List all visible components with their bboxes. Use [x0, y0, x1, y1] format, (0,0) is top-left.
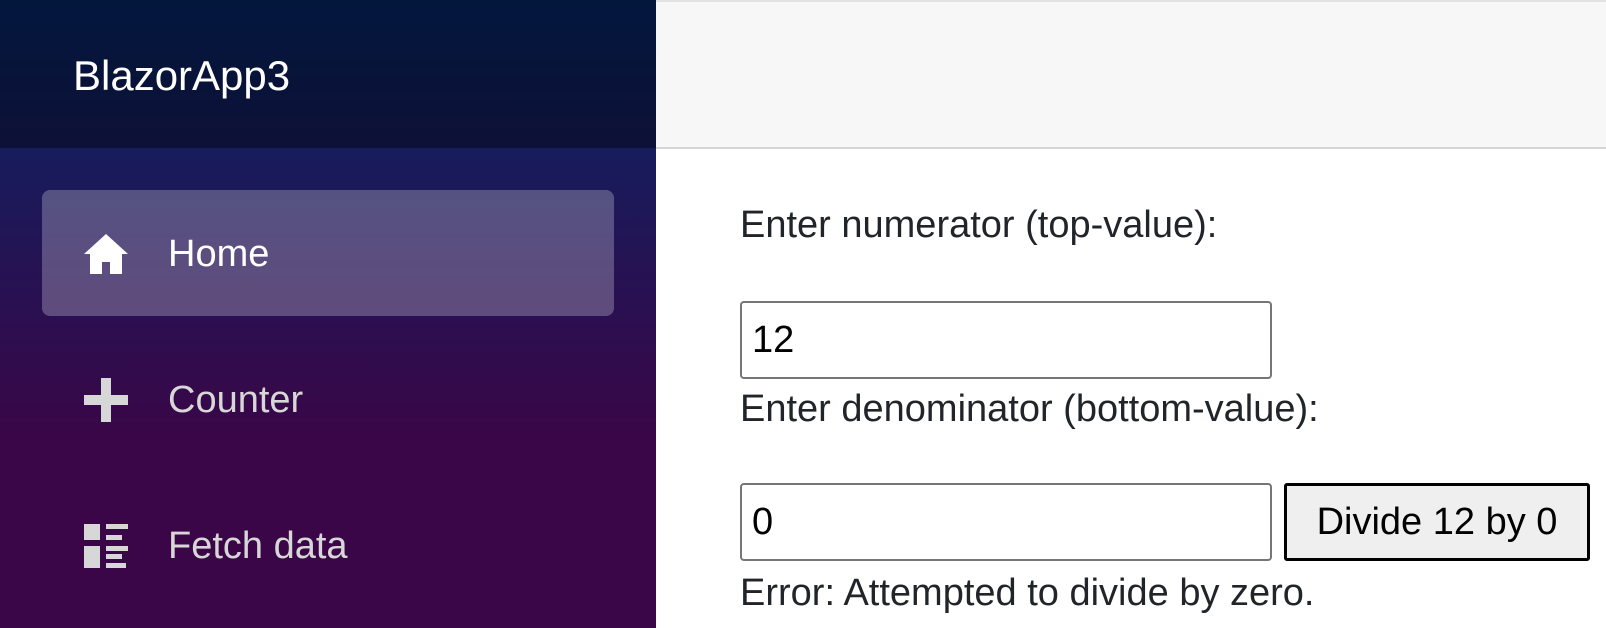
nav-item-fetch-data[interactable]: Fetch data: [42, 482, 614, 608]
numerator-label: Enter numerator (top-value):: [740, 204, 1218, 246]
nav-item-counter[interactable]: Counter: [42, 336, 614, 462]
denominator-label: Enter denominator (bottom-value):: [740, 388, 1319, 430]
brand-bar: BlazorApp3: [0, 0, 656, 148]
plus-icon: [84, 378, 128, 422]
nav-item-label: Fetch data: [168, 525, 348, 567]
app-root: BlazorApp3 Home Counter Fetch data Enter…: [0, 0, 1606, 628]
numerator-input[interactable]: [740, 301, 1272, 379]
nav-item-label: Home: [168, 233, 270, 275]
divide-button[interactable]: Divide 12 by 0: [1284, 483, 1590, 561]
top-row: [656, 0, 1606, 149]
nav-item-label: Counter: [168, 379, 304, 421]
list-rich-icon: [84, 524, 128, 568]
nav-item-home[interactable]: Home: [42, 190, 614, 316]
sidebar: BlazorApp3 Home Counter Fetch data: [0, 0, 656, 628]
error-message: Error: Attempted to divide by zero.: [740, 572, 1315, 614]
denominator-input[interactable]: [740, 483, 1272, 561]
home-icon: [84, 234, 128, 274]
main-content: Enter numerator (top-value): Enter denom…: [656, 149, 1606, 628]
brand-link[interactable]: BlazorApp3: [73, 50, 290, 102]
